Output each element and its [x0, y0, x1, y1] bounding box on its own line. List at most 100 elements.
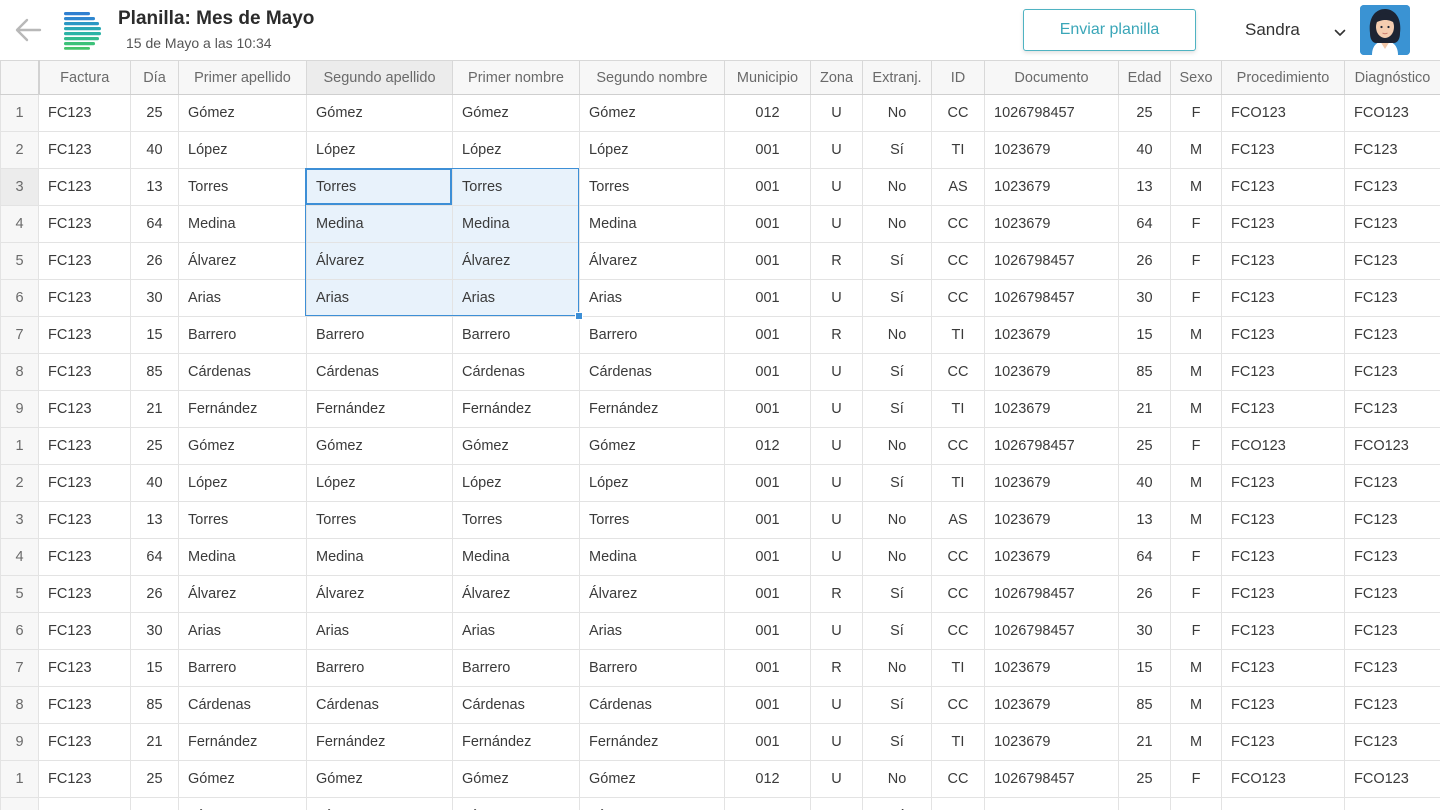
row-number[interactable]: 1 — [0, 760, 39, 798]
table-cell[interactable]: Medina — [452, 205, 580, 243]
table-cell[interactable]: FC123 — [38, 723, 131, 761]
table-cell[interactable]: Medina — [178, 205, 307, 243]
table-cell[interactable]: Álvarez — [452, 575, 580, 613]
table-cell[interactable]: FC123 — [1221, 168, 1345, 206]
table-cell[interactable]: Arias — [452, 279, 580, 317]
table-cell[interactable]: Torres — [306, 501, 453, 539]
table-cell[interactable]: M — [1170, 501, 1222, 539]
table-cell[interactable]: TI — [931, 723, 985, 761]
table-cell[interactable]: Gómez — [306, 427, 453, 465]
table-cell[interactable]: FCO123 — [1344, 760, 1440, 798]
table-cell[interactable]: 13 — [1118, 501, 1171, 539]
table-cell[interactable]: FC123 — [38, 205, 131, 243]
table-cell[interactable]: M — [1170, 390, 1222, 428]
table-cell[interactable]: Fernández — [306, 723, 453, 761]
table-cell[interactable]: Álvarez — [178, 242, 307, 280]
table-cell[interactable]: 40 — [130, 464, 179, 502]
table-cell[interactable]: 26 — [1118, 242, 1171, 280]
row-number[interactable]: 5 — [0, 575, 39, 613]
row-number[interactable]: 6 — [0, 612, 39, 650]
row-number[interactable]: 7 — [0, 316, 39, 354]
table-cell[interactable]: CC — [931, 427, 985, 465]
table-cell[interactable]: Sí — [862, 353, 932, 391]
table-cell[interactable]: CC — [931, 279, 985, 317]
table-cell[interactable]: 1023679 — [984, 501, 1119, 539]
table-cell[interactable]: No — [862, 649, 932, 687]
table-cell[interactable]: Arias — [306, 612, 453, 650]
table-cell[interactable]: FC123 — [1344, 205, 1440, 243]
row-number[interactable]: 3 — [0, 501, 39, 539]
row-number[interactable]: 7 — [0, 649, 39, 687]
send-sheet-button[interactable]: Enviar planilla — [1023, 9, 1196, 51]
table-cell[interactable]: Gómez — [178, 94, 307, 132]
table-cell[interactable]: 001 — [724, 316, 811, 354]
table-cell[interactable]: No — [862, 205, 932, 243]
column-header[interactable]: Segundo nombre — [579, 60, 725, 95]
table-cell[interactable]: R — [810, 242, 863, 280]
table-cell[interactable]: U — [810, 686, 863, 724]
table-cell[interactable]: FC123 — [1221, 575, 1345, 613]
table-cell[interactable]: Arias — [579, 612, 725, 650]
table-cell[interactable]: Arias — [579, 279, 725, 317]
table-cell[interactable]: López — [579, 797, 725, 810]
table-cell[interactable]: Gómez — [579, 760, 725, 798]
table-cell[interactable]: 1026798457 — [984, 760, 1119, 798]
table-cell[interactable]: FC123 — [1344, 612, 1440, 650]
table-cell[interactable]: FC123 — [1344, 538, 1440, 576]
table-cell[interactable]: No — [862, 316, 932, 354]
table-cell[interactable]: López — [306, 797, 453, 810]
table-cell[interactable]: Arias — [452, 612, 580, 650]
table-cell[interactable]: 001 — [724, 723, 811, 761]
table-cell[interactable]: F — [1170, 94, 1222, 132]
table-cell[interactable]: 012 — [724, 94, 811, 132]
table-cell[interactable]: 1023679 — [984, 464, 1119, 502]
table-cell[interactable]: U — [810, 390, 863, 428]
table-cell[interactable]: Fernández — [452, 390, 580, 428]
table-cell[interactable]: López — [178, 797, 307, 810]
table-cell[interactable]: 1023679 — [984, 649, 1119, 687]
table-cell[interactable]: M — [1170, 686, 1222, 724]
table-cell[interactable]: Torres — [306, 168, 453, 206]
table-cell[interactable]: FC123 — [1221, 279, 1345, 317]
fill-handle[interactable] — [575, 312, 583, 320]
table-cell[interactable]: FCO123 — [1344, 427, 1440, 465]
table-cell[interactable]: F — [1170, 427, 1222, 465]
table-cell[interactable]: Torres — [579, 168, 725, 206]
table-cell[interactable]: 001 — [724, 205, 811, 243]
table-cell[interactable]: CC — [931, 353, 985, 391]
table-cell[interactable]: 1026798457 — [984, 242, 1119, 280]
table-cell[interactable]: 001 — [724, 353, 811, 391]
table-cell[interactable]: 001 — [724, 649, 811, 687]
table-cell[interactable]: Medina — [452, 538, 580, 576]
table-cell[interactable]: Medina — [579, 205, 725, 243]
table-cell[interactable]: AS — [931, 168, 985, 206]
table-cell[interactable]: 25 — [130, 760, 179, 798]
table-cell[interactable]: FC123 — [38, 797, 131, 810]
table-cell[interactable]: FC123 — [38, 686, 131, 724]
table-cell[interactable]: FC123 — [1221, 464, 1345, 502]
table-cell[interactable]: 25 — [1118, 94, 1171, 132]
table-cell[interactable]: FCO123 — [1221, 760, 1345, 798]
user-menu[interactable]: Sandra — [1238, 12, 1350, 48]
table-cell[interactable]: 26 — [130, 575, 179, 613]
table-cell[interactable]: 40 — [1118, 464, 1171, 502]
table-cell[interactable]: U — [810, 353, 863, 391]
table-cell[interactable]: Sí — [862, 390, 932, 428]
table-cell[interactable]: 64 — [130, 538, 179, 576]
table-cell[interactable]: M — [1170, 797, 1222, 810]
table-cell[interactable]: Medina — [579, 538, 725, 576]
table-cell[interactable]: 21 — [130, 390, 179, 428]
table-cell[interactable]: Gómez — [452, 427, 580, 465]
table-cell[interactable]: 012 — [724, 427, 811, 465]
table-cell[interactable]: No — [862, 168, 932, 206]
table-cell[interactable]: FC123 — [38, 390, 131, 428]
table-cell[interactable]: Torres — [178, 501, 307, 539]
table-cell[interactable]: FC123 — [38, 279, 131, 317]
row-number[interactable]: 4 — [0, 205, 39, 243]
table-cell[interactable]: Álvarez — [579, 242, 725, 280]
table-cell[interactable]: R — [810, 575, 863, 613]
table-cell[interactable]: 30 — [1118, 279, 1171, 317]
table-cell[interactable]: F — [1170, 538, 1222, 576]
table-cell[interactable]: TI — [931, 390, 985, 428]
table-cell[interactable]: FC123 — [38, 501, 131, 539]
